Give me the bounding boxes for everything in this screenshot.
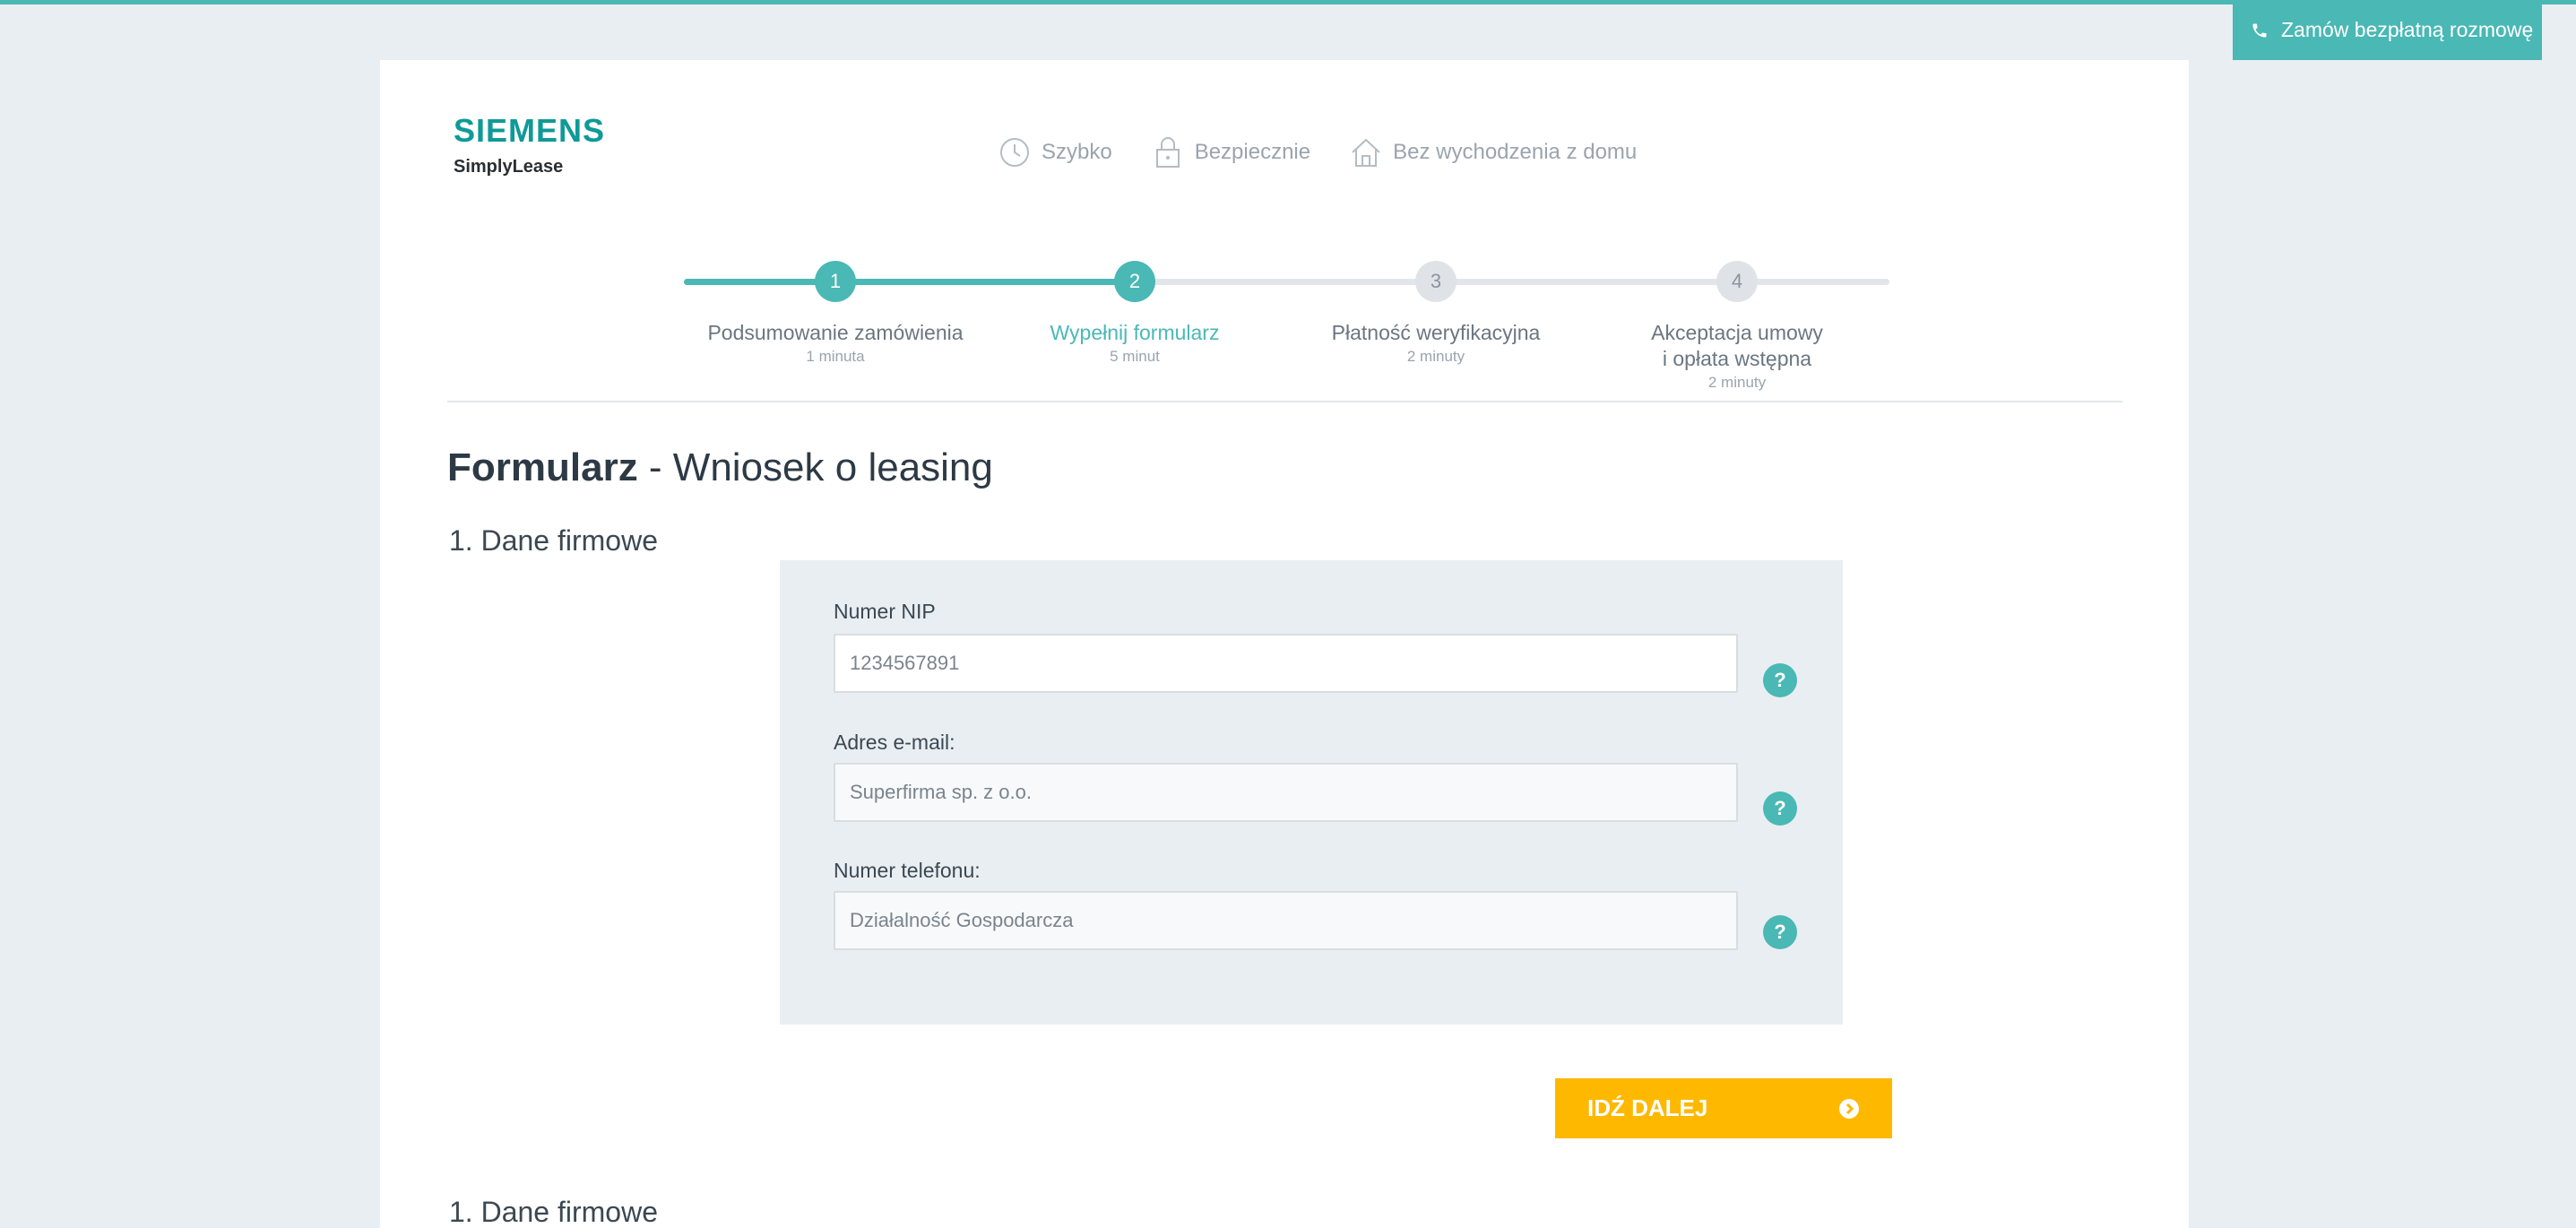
feature-fast-label: Szybko (1042, 140, 1112, 164)
order-call-button[interactable]: Zamów bezpłatną rozmowę (2233, 0, 2542, 60)
email-help-icon[interactable]: ? (1763, 791, 1797, 826)
page-title-bold: Formularz (447, 445, 638, 489)
arrow-circle-right-icon (1839, 1098, 1859, 1119)
step-3-circle: 3 (1415, 261, 1457, 302)
siemens-logo[interactable]: SIEMENS SimplyLease (454, 112, 605, 177)
step-1-time: 1 minuta (806, 348, 865, 365)
page-title: Formularz - Wniosek o leasing (447, 445, 993, 490)
section-heading-company-2: 1. Dane firmowe (449, 1196, 658, 1228)
feature-from-home-label: Bez wychodzenia z domu (1393, 140, 1638, 164)
header-divider (447, 401, 2122, 402)
phone-input[interactable]: Działalność Gospodarcza (834, 891, 1738, 950)
home-icon (1352, 138, 1380, 167)
top-accent-line (0, 0, 2576, 4)
main-card: SIEMENS SimplyLease Szybko Bezpiecznie B… (380, 60, 2189, 1228)
step-1-name: Podsumowanie zamówienia (707, 321, 964, 344)
feature-secure: Bezpiecznie (1152, 135, 1310, 169)
step-2-name: Wypełnij formularz (1050, 321, 1220, 344)
next-step-button[interactable]: IDŹ DALEJ (1555, 1078, 1892, 1138)
next-step-label: IDŹ DALEJ (1587, 1094, 1708, 1121)
step-2-label[interactable]: Wypełnij formularz 5 minut (991, 320, 1278, 366)
step-3-label: Płatność weryfikacyjna 2 minuty (1292, 320, 1579, 366)
progress-fill (684, 279, 1134, 285)
page-title-rest: - Wniosek o leasing (637, 445, 993, 489)
feature-from-home: Bez wychodzenia z domu (1350, 135, 1637, 169)
features-bar: Szybko Bezpiecznie Bez wychodzenia z dom… (998, 135, 1637, 169)
company-form-panel: Numer NIP 1234567891 ? Adres e-mail: Sup… (780, 560, 1843, 1025)
step-3-time: 2 minuty (1406, 348, 1465, 365)
order-call-label: Zamów bezpłatną rozmowę (2281, 18, 2534, 41)
lock-icon (1155, 137, 1180, 168)
phone-icon (2252, 23, 2267, 37)
step-2-time: 5 minut (1110, 348, 1160, 365)
clock-icon (1000, 138, 1029, 167)
phone-label: Numer telefonu: (834, 859, 981, 882)
feature-secure-label: Bezpiecznie (1194, 140, 1311, 164)
nip-input[interactable]: 1234567891 (834, 634, 1738, 693)
feature-fast: Szybko (998, 135, 1112, 169)
step-4-time: 2 minuty (1707, 374, 1767, 391)
step-2-circle[interactable]: 2 (1114, 261, 1155, 302)
step-1-circle[interactable]: 1 (815, 261, 856, 302)
step-3-name: Płatność weryfikacyjna (1331, 321, 1541, 344)
product-name: SimplyLease (454, 157, 564, 177)
step-4-circle: 4 (1716, 261, 1758, 302)
phone-help-icon[interactable]: ? (1763, 915, 1797, 949)
step-1-label[interactable]: Podsumowanie zamówienia 1 minuta (692, 320, 979, 366)
nip-help-icon[interactable]: ? (1763, 663, 1797, 697)
step-4-name-line2: i opłata wstępna (1662, 347, 1812, 370)
brand-name: SIEMENS (454, 112, 606, 149)
email-input[interactable]: Superfirma sp. z o.o. (834, 763, 1738, 822)
nip-label: Numer NIP (834, 600, 936, 623)
step-4-label: Akceptacja umowy i opłata wstępna 2 minu… (1594, 320, 1880, 392)
section-heading-company: 1. Dane firmowe (449, 524, 658, 557)
email-label: Adres e-mail: (834, 731, 955, 754)
step-4-name-line1: Akceptacja umowy (1651, 321, 1823, 344)
